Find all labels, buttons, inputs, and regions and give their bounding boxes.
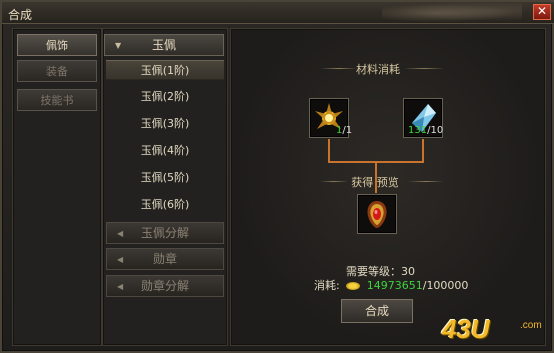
cost-need: 100000 [426,279,469,292]
preview-label: 获得 预览 [351,176,399,189]
red-jade-pendant-icon [367,201,387,228]
cost-row: 消耗: 14973651/100000 [314,279,469,292]
site-watermark-suffix: .com [520,320,542,331]
tree-group-label: 勋章分解 [140,279,189,293]
tree-item-jade-tier-5[interactable]: 玉佩(5阶) [106,168,224,188]
connector-line [422,139,424,162]
cost-have: 14973651 [366,279,423,292]
category-button-accessory[interactable]: 佩饰 [17,34,97,56]
dragon-decoration [382,3,522,23]
tree-item-jade-tier-4[interactable]: 玉佩(4阶) [106,141,224,161]
tree-group-jade-decompose[interactable]: ◀ 玉佩分解 [106,222,224,244]
material-slot-2[interactable]: 131/10 [403,98,443,138]
tree-item-jade-tier-1[interactable]: 玉佩(1阶) [106,60,224,80]
category-button-skillbook[interactable]: 技能书 [17,89,97,111]
chevron-left-icon: ◀ [117,229,124,238]
result-slot[interactable] [357,194,397,234]
tree-group-label: 勋章 [152,252,177,266]
chevron-down-icon: ▼ [115,41,122,50]
tree-group-medal[interactable]: ◀ 勋章 [106,248,224,270]
tree-item-jade-tier-2[interactable]: 玉佩(2阶) [106,87,224,107]
gold-coin-icon [346,282,361,290]
tree-group-medal-decompose[interactable]: ◀ 勋章分解 [106,275,224,297]
connector-line [328,139,330,162]
divider-right [408,181,444,182]
tree-group-label: 玉佩分解 [140,226,189,240]
tree-item-jade-tier-6[interactable]: 玉佩(6阶) [106,195,224,215]
synthesis-window: 合成 ✕ 佩饰 装备 技能书 ▼ 玉佩 玉佩(1阶) 玉佩(2阶) 玉佩(3阶)… [0,0,554,353]
material-slot-1[interactable]: 1/1 [309,98,353,138]
material-qty: 131/10 [408,125,444,136]
title-bar[interactable]: 合成 ✕ [2,2,554,24]
window-title: 合成 [8,8,33,22]
craft-button[interactable]: 合成 [341,299,413,323]
materials-label: 材料消耗 [356,63,400,76]
chevron-left-icon: ◀ [117,282,124,291]
chevron-left-icon: ◀ [117,255,124,264]
divider-right [404,68,444,69]
site-watermark-logo: 43U [442,314,490,344]
category-button-equipment[interactable]: 装备 [17,60,97,82]
tree-group-label: 玉佩 [151,38,176,52]
material-qty: 1/1 [336,125,353,136]
tree-item-jade-tier-3[interactable]: 玉佩(3阶) [106,114,224,134]
tree-group-jade-pendant[interactable]: ▼ 玉佩 [104,34,224,56]
close-button[interactable]: ✕ [533,4,551,20]
